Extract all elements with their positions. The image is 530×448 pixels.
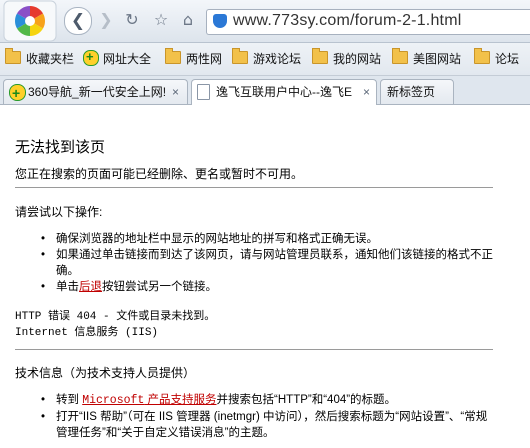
home-button[interactable]: ⌂ [178, 10, 198, 30]
page-content: 无法找到该页 您正在搜索的页面可能已经删除、更名或暂时不可用。 请尝试以下操作:… [0, 105, 530, 448]
browser-logo-icon[interactable] [2, 0, 58, 42]
tab-yifei-user-center[interactable]: 逸飞互联用户中心--逸飞E × [191, 79, 377, 105]
refresh-button[interactable]: ↻ [122, 10, 142, 30]
divider [15, 349, 493, 350]
tab-close-icon[interactable]: × [361, 80, 373, 104]
globe-icon [83, 48, 99, 66]
list-item: 转到 Microsoft 产品支持服务并搜索包括“HTTP”和“404”的标题。 [38, 392, 493, 409]
list-item: 单击后退按钮尝试另一个链接。 [38, 279, 493, 295]
bookmark-favorites-bar[interactable]: 收藏夹栏 [5, 48, 74, 68]
bookmark-photo-sites[interactable]: 美图网站 [392, 48, 461, 68]
folder-icon [165, 48, 181, 64]
bookmark-game-forum[interactable]: 游戏论坛 [232, 48, 301, 68]
tab-label: 新标签页 [387, 85, 436, 99]
try-heading: 请尝试以下操作: [15, 205, 103, 219]
folder-icon [392, 48, 408, 64]
tab-close-icon[interactable]: × [172, 80, 179, 104]
list-item: 确保浏览器的地址栏中显示的网站地址的拼写和格式正确无误。 [38, 231, 493, 247]
error-description: 您正在搜索的页面可能已经删除、更名或暂时不可用。 [15, 167, 304, 181]
folder-icon [312, 48, 328, 64]
list-item: 打开“IIS 帮助”（可在 IIS 管理器 (inetmgr) 中访问），然后搜… [38, 409, 493, 441]
try-list: 确保浏览器的地址栏中显示的网站地址的拼写和格式正确无误。 如果通过单击链接而到达… [38, 231, 493, 295]
back-button[interactable]: ❮ [64, 7, 92, 35]
bookmark-forum[interactable]: 论坛 [474, 48, 519, 68]
support-link[interactable]: Microsoft 产品支持服务 [82, 394, 216, 407]
tab-label: 逸飞互联用户中心--逸飞E [216, 85, 352, 99]
tab-360-navigation[interactable]: 360导航_新一代安全上网! × [3, 79, 188, 104]
tab-new-tab[interactable]: 新标签页 [380, 79, 454, 104]
tech-info-heading: 技术信息（为技术支持人员提供） [15, 366, 196, 380]
http-error-line: HTTP 错误 404 - 文件或目录未找到。 [15, 311, 216, 323]
page-favicon-icon [197, 84, 210, 100]
360-favicon-icon [9, 81, 26, 104]
browser-toolbar: ❮ ❯ ↻ ☆ ⌂ www.773sy.com/forum-2-1.html [0, 0, 530, 43]
favorite-star-button[interactable]: ☆ [151, 10, 171, 30]
divider [15, 187, 493, 188]
bookmark-url-directory[interactable]: 网址大全 [83, 48, 151, 68]
iis-line: Internet 信息服务 (IIS) [15, 327, 159, 339]
address-bar[interactable]: www.773sy.com/forum-2-1.html [206, 9, 530, 35]
bookmarks-bar: 收藏夹栏 网址大全 两性网 游戏论坛 我的网站 美图网站 论坛 [0, 43, 530, 76]
tech-list: 转到 Microsoft 产品支持服务并搜索包括“HTTP”和“404”的标题。… [38, 392, 493, 441]
security-shield-icon [213, 14, 227, 28]
list-item: 如果通过单击链接而到达了该网页，请与网站管理员联系，通知他们该链接的格式不正确。 [38, 247, 493, 279]
back-link[interactable]: 后退 [79, 281, 102, 293]
tab-label: 360导航_新一代安全上网! [28, 85, 167, 99]
folder-icon [232, 48, 248, 64]
address-bar-url[interactable]: www.773sy.com/forum-2-1.html [233, 12, 461, 30]
forward-button[interactable]: ❯ [96, 10, 116, 30]
bookmark-folder-1[interactable]: 两性网 [165, 48, 222, 68]
folder-icon [474, 48, 490, 64]
folder-icon [5, 48, 21, 64]
tab-strip: 360导航_新一代安全上网! × 逸飞互联用户中心--逸飞E × 新标签页 [0, 76, 530, 105]
page-title: 无法找到该页 [15, 139, 106, 156]
bookmark-my-sites[interactable]: 我的网站 [312, 48, 381, 68]
